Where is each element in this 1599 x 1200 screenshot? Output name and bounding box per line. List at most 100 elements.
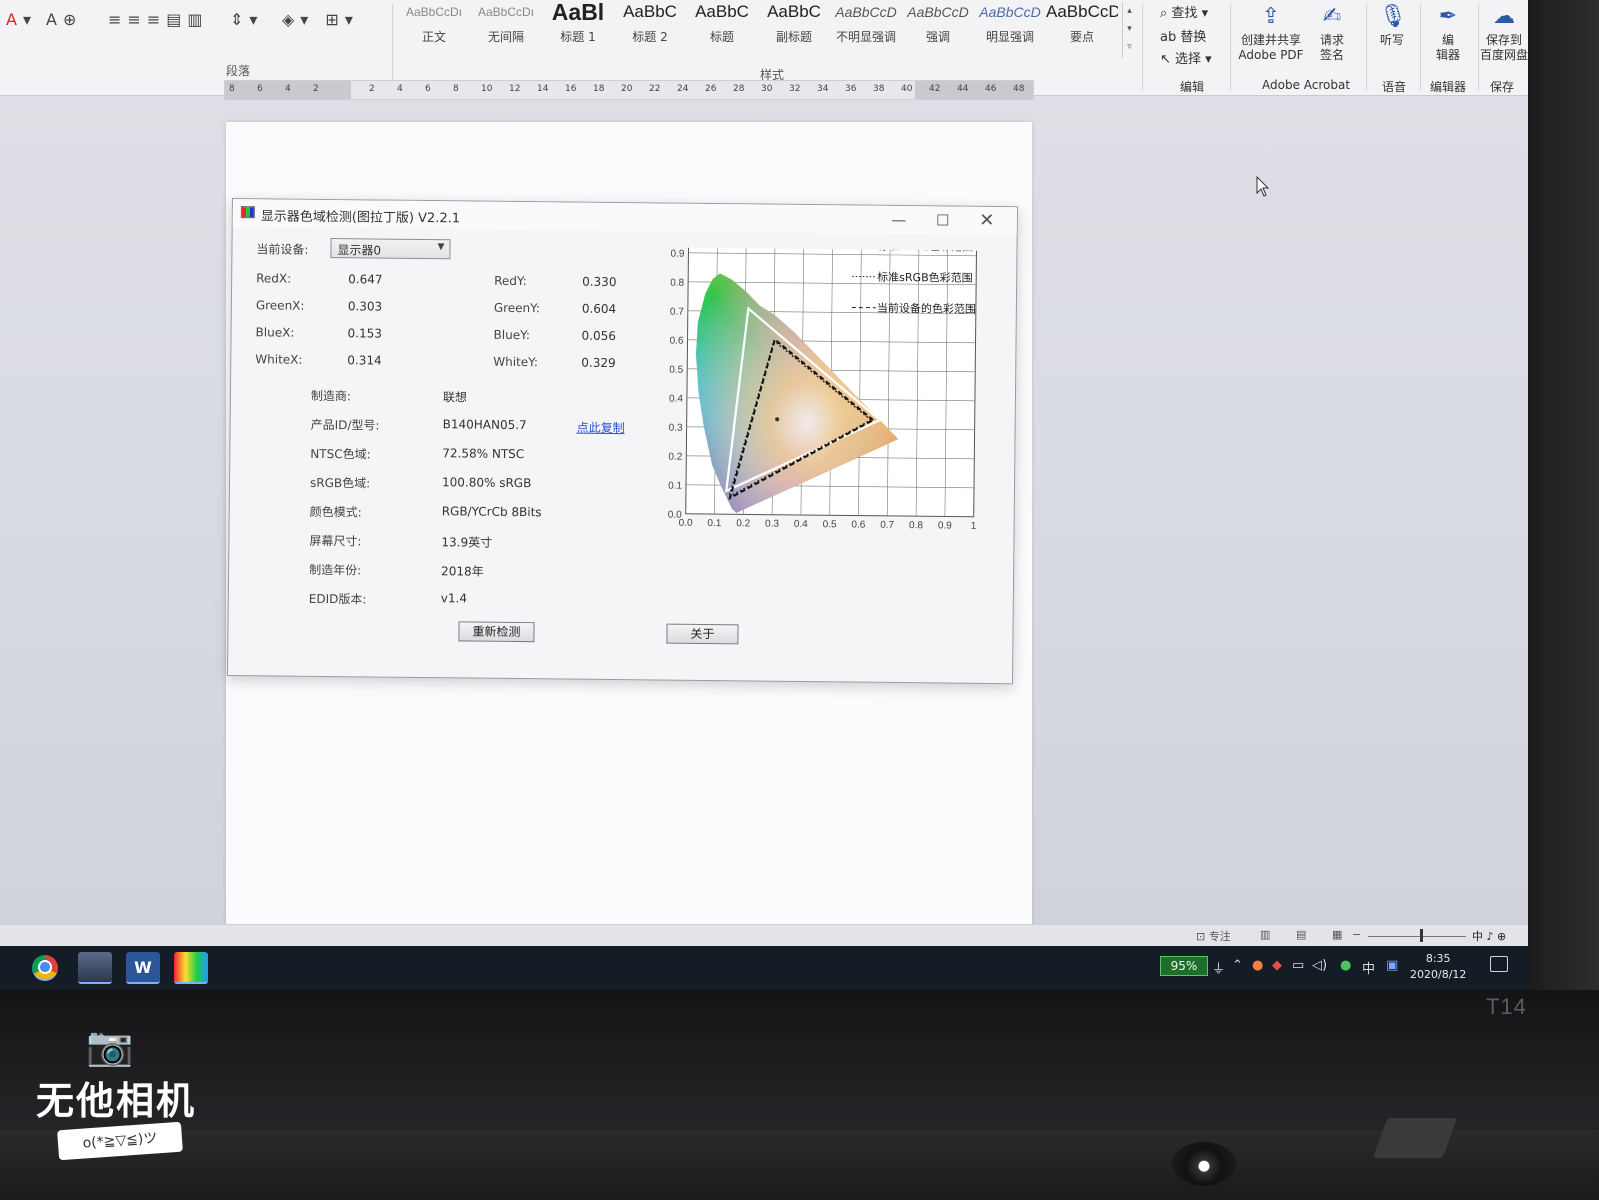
ruler-tick: 22 <box>649 84 661 94</box>
focus-mode-button[interactable]: ⊡ 专注 <box>1196 928 1231 944</box>
sign-label-2: 签名 <box>1319 48 1344 62</box>
green-x-label: GreenX: <box>255 298 305 313</box>
style-tile[interactable]: AaBbCcDı 正文 <box>398 0 470 50</box>
usb-icon[interactable]: ⏚ <box>1212 958 1225 977</box>
wechat-icon[interactable]: ● <box>1340 958 1351 973</box>
y-tick-label: 0.4 <box>669 394 683 405</box>
web-layout-icon[interactable]: ▦ <box>1332 928 1342 941</box>
style-sample: AaBl <box>551 0 605 24</box>
find-button[interactable]: ⌕ 查找 ▾ <box>1160 2 1208 21</box>
select-label: 选择 <box>1175 52 1202 67</box>
clear-format-icon[interactable]: A⊕ <box>46 10 82 29</box>
style-tile[interactable]: AaBbC 标题 <box>686 0 758 50</box>
device-select-value: 显示器0 <box>337 243 382 258</box>
gallery-scroll[interactable]: ▴ ▾ ▿ <box>1122 2 1136 58</box>
save-label-2: 百度网盘 <box>1480 48 1528 62</box>
tray-app-icon[interactable]: ▣ <box>1386 958 1398 973</box>
dialog-title: 显示器色域检测(图拉丁版) V2.2.1 <box>260 209 461 227</box>
read-mode-icon[interactable]: ▥ <box>1260 928 1270 941</box>
device-select[interactable]: 显示器0 ▼ <box>330 238 451 260</box>
x-tick-label: 0.4 <box>794 519 808 530</box>
y-tick-label: 0.9 <box>670 249 684 260</box>
style-sample: AaBbCcDı <box>477 5 535 19</box>
notification-icon[interactable] <box>1490 956 1508 972</box>
zoom-slider-thumb[interactable] <box>1420 929 1423 942</box>
app-tray-icon[interactable]: ● <box>1252 958 1263 973</box>
style-tile[interactable]: AaBbCcD 明显强调 <box>974 0 1046 50</box>
network-icon[interactable]: ▭ <box>1292 958 1304 973</box>
line-spacing-button[interactable]: ⇕▾ <box>230 10 263 29</box>
request-signature-button[interactable]: ✍ 请求 签名 <box>1312 4 1352 63</box>
shading-button[interactable]: ◈▾ ⊞▾ <box>282 10 359 29</box>
green-x-value: 0.303 <box>347 299 383 314</box>
x-tick-label: 0.9 <box>938 520 952 531</box>
dialog-titlebar[interactable]: 显示器色域检测(图拉丁版) V2.2.1 — ☐ ✕ <box>232 199 1017 236</box>
zoom-slider-track[interactable] <box>1368 936 1466 937</box>
clock[interactable]: 8:35 2020/8/12 <box>1410 951 1466 983</box>
laptop-hinge <box>1372 1118 1458 1158</box>
style-tile[interactable]: AaBbC 副标题 <box>758 0 830 50</box>
ime-toolbar[interactable]: 中 ♪ ⊕ <box>1472 928 1506 944</box>
dictate-label: 听写 <box>1379 33 1404 47</box>
style-sample: AaBbCcDı <box>405 5 463 19</box>
horizontal-ruler[interactable]: 8 6 4 2 2 4 6 8 10 12 14 16 18 20 22 24 26 28 30 32 34 36 38 40… <box>224 80 1034 100</box>
minimize-button[interactable]: — <box>879 208 919 232</box>
ruler-tick: 40 <box>901 84 913 94</box>
battery-indicator[interactable]: 95% <box>1160 956 1208 976</box>
style-tile[interactable]: AaBl 标题 1 <box>542 0 614 50</box>
ruler-tick: 46 <box>985 84 997 94</box>
ime-indicator[interactable]: 中 <box>1362 958 1375 977</box>
word-icon[interactable]: W <box>126 952 160 984</box>
replace-button[interactable]: ab 替换 <box>1160 26 1206 45</box>
create-pdf-button[interactable]: ⇪ 创建并共享 Adobe PDF <box>1238 4 1304 63</box>
gamut-tool-icon[interactable] <box>174 952 208 984</box>
ruler-tick: 38 <box>873 84 885 94</box>
save-group-label: 保存 <box>1490 80 1515 94</box>
ruler-tick: 14 <box>537 84 549 94</box>
align-buttons[interactable]: ≡≡≡▤▥ <box>108 10 208 29</box>
style-sample: AaBbCcD <box>1046 2 1118 21</box>
editor-label-2: 辑器 <box>1435 48 1460 62</box>
close-button[interactable]: ✕ <box>967 209 1007 233</box>
ruler-tick: 2 <box>313 84 319 94</box>
style-tile[interactable]: AaBbCcD 要点 <box>1046 0 1118 50</box>
chrome-icon[interactable] <box>32 955 58 981</box>
find-label: 查找 <box>1171 6 1198 21</box>
chevron-up-icon[interactable]: ⌃ <box>1232 958 1243 973</box>
editor-button[interactable]: ✒ 编 辑器 <box>1428 4 1468 63</box>
cie-gamut-chart: 0.0 0.1 0.2 0.3 0.4 0.5 0.6 0.7 0.8 0.9 1 0.0 0.1 0.2… <box>663 247 1007 592</box>
zoom-out-button[interactable]: − <box>1352 928 1361 941</box>
screen: A▾ A⊕ ≡≡≡▤▥ ⇕▾ ◈▾ ⊞▾ 段落 AaBbCcDı 正文 AaBbCc… <box>0 0 1528 990</box>
font-color-button[interactable]: A▾ <box>6 10 37 29</box>
style-tile[interactable]: AaBbCcD 不明显强调 <box>830 0 902 50</box>
style-tile[interactable]: AaBbCcD 强调 <box>902 0 974 50</box>
screen-size-value: 13.9英寸 <box>441 535 493 550</box>
red-y-label: RedY: <box>494 273 527 289</box>
ruler-tick: 20 <box>621 84 633 94</box>
print-layout-icon[interactable]: ▤ <box>1296 928 1306 941</box>
white-x-value: 0.314 <box>347 353 382 368</box>
dictate-button[interactable]: 🎙 听写 <box>1374 4 1410 48</box>
style-tile[interactable]: AaBbCcDı 无间隔 <box>470 0 542 50</box>
about-button[interactable]: 关于 <box>666 623 739 645</box>
select-button[interactable]: ↖ 选择 ▾ <box>1160 48 1212 67</box>
laptop-base <box>0 1130 1599 1200</box>
ruler-tick: 36 <box>845 84 857 94</box>
security-tray-icon[interactable]: ◆ <box>1272 958 1282 973</box>
maximize-button[interactable]: ☐ <box>923 208 963 232</box>
ruler-tick: 4 <box>285 84 291 94</box>
sign-label: 请求 <box>1319 33 1344 47</box>
save-baidu-button[interactable]: ☁ 保存到 百度网盘 <box>1480 4 1528 63</box>
manufacture-year-label: 制造年份: <box>309 562 362 578</box>
x-tick-label: 0.1 <box>707 518 721 529</box>
volume-icon[interactable]: ◁) <box>1312 958 1327 973</box>
remote-desktop-icon[interactable] <box>78 952 112 984</box>
x-tick-label: 0.3 <box>765 519 779 530</box>
style-sample: AaBbCcD <box>835 4 897 20</box>
chevron-down-icon: ▼ <box>437 242 445 253</box>
x-tick-label: 0.2 <box>736 518 750 529</box>
recheck-button[interactable]: 重新检测 <box>458 621 535 643</box>
style-tile[interactable]: AaBbC 标题 2 <box>614 0 686 50</box>
copy-link[interactable]: 点此复制 <box>577 419 625 437</box>
signature-icon: ✍ <box>1322 4 1342 29</box>
